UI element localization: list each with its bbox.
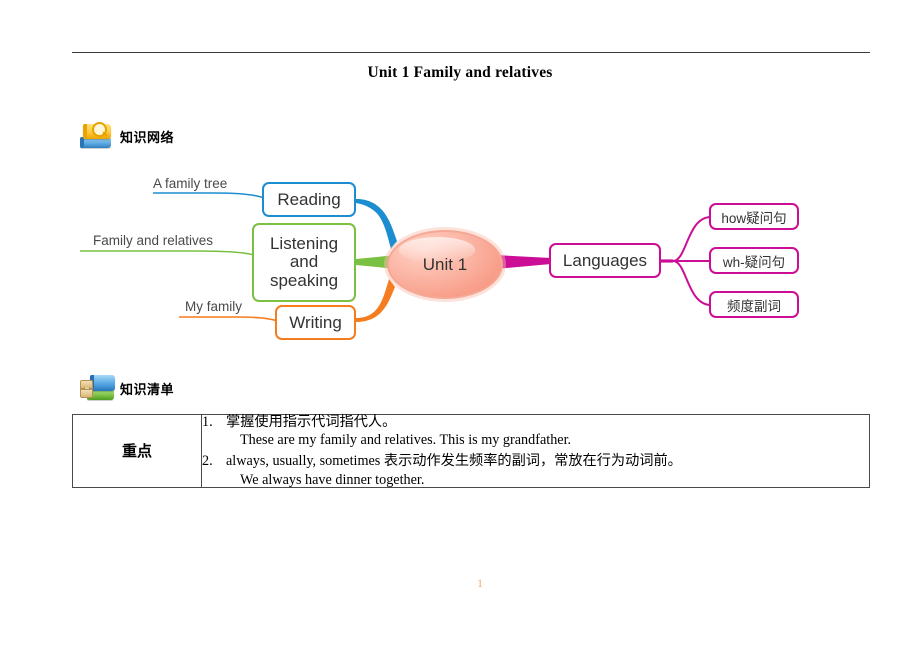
node-label: Writing [289, 312, 342, 332]
node-label: how疑问句 [721, 210, 787, 226]
mindmap-node-frequency-adverb[interactable]: 频度副词 [709, 291, 799, 318]
page-number: 1 [477, 576, 483, 590]
item-number: 2. [202, 453, 213, 470]
node-label: wh-疑问句 [722, 254, 786, 270]
mindmap-node-wh-question[interactable]: wh-疑问句 [709, 247, 799, 274]
header-rule [72, 52, 870, 53]
center-node-label: Unit 1 [422, 254, 468, 274]
mindmap-node-listening-and-speaking[interactable]: Listening and speaking [252, 223, 356, 302]
leaf-label-my-family: My family [185, 299, 242, 314]
table-cell-key: 重点 [72, 414, 202, 488]
node-label-line2: and [289, 252, 319, 272]
mindmap-center-node-unit1[interactable]: Unit 1 [387, 230, 503, 299]
leaf-label-family-and-relatives: Family and relatives [93, 233, 214, 248]
item-example: We always have dinner together. [240, 471, 425, 488]
table-cell-content: 1. 掌握使用指示代词指代人。 These are my family and … [201, 414, 870, 488]
mindmap-node-reading[interactable]: Reading [262, 182, 356, 217]
table-row: 重点 1. 掌握使用指示代词指代人。 These are my family a… [72, 414, 870, 488]
node-label-line3: speaking [269, 270, 339, 290]
node-label-line1: Listening [269, 233, 339, 253]
item-text: 掌握使用指示代词指代人。 [226, 414, 397, 430]
item-number: 1. [202, 414, 213, 430]
section-heading-knowledge-list: 知识清单 [78, 372, 174, 404]
list-item: 2. always, usually, sometimes 表示动作发生频率的副… [202, 454, 869, 468]
node-label: 频度副词 [727, 298, 781, 314]
node-label: Languages [562, 250, 648, 270]
section-heading-knowledge-network: 知识网络 [78, 120, 174, 152]
knowledge-list-table: 重点 1. 掌握使用指示代词指代人。 These are my family a… [72, 414, 870, 488]
section-label: 知识网络 [120, 129, 175, 145]
section-label: 知识清单 [120, 381, 175, 397]
list-item: 1. 掌握使用指示代词指代人。 [202, 415, 869, 429]
item-text: always, usually, sometimes 表示动作发生频率的副词，常… [226, 453, 682, 470]
node-label: Reading [277, 189, 341, 209]
books-hourglass-icon [78, 372, 116, 404]
mindmap-node-languages[interactable]: Languages [549, 243, 661, 278]
mindmap-node-how-question[interactable]: how疑问句 [709, 203, 799, 230]
document-page: Unit 1 Family and relatives 知识网络 A famil… [0, 0, 920, 651]
books-magnifier-icon [78, 120, 116, 152]
item-example: These are my family and relatives. This … [240, 432, 572, 449]
mind-map: A family tree Family and relatives My fa… [75, 165, 845, 360]
mindmap-node-writing[interactable]: Writing [275, 305, 356, 340]
leaf-label-family-tree: A family tree [153, 176, 228, 191]
page-title: Unit 1 Family and relatives [367, 64, 553, 81]
